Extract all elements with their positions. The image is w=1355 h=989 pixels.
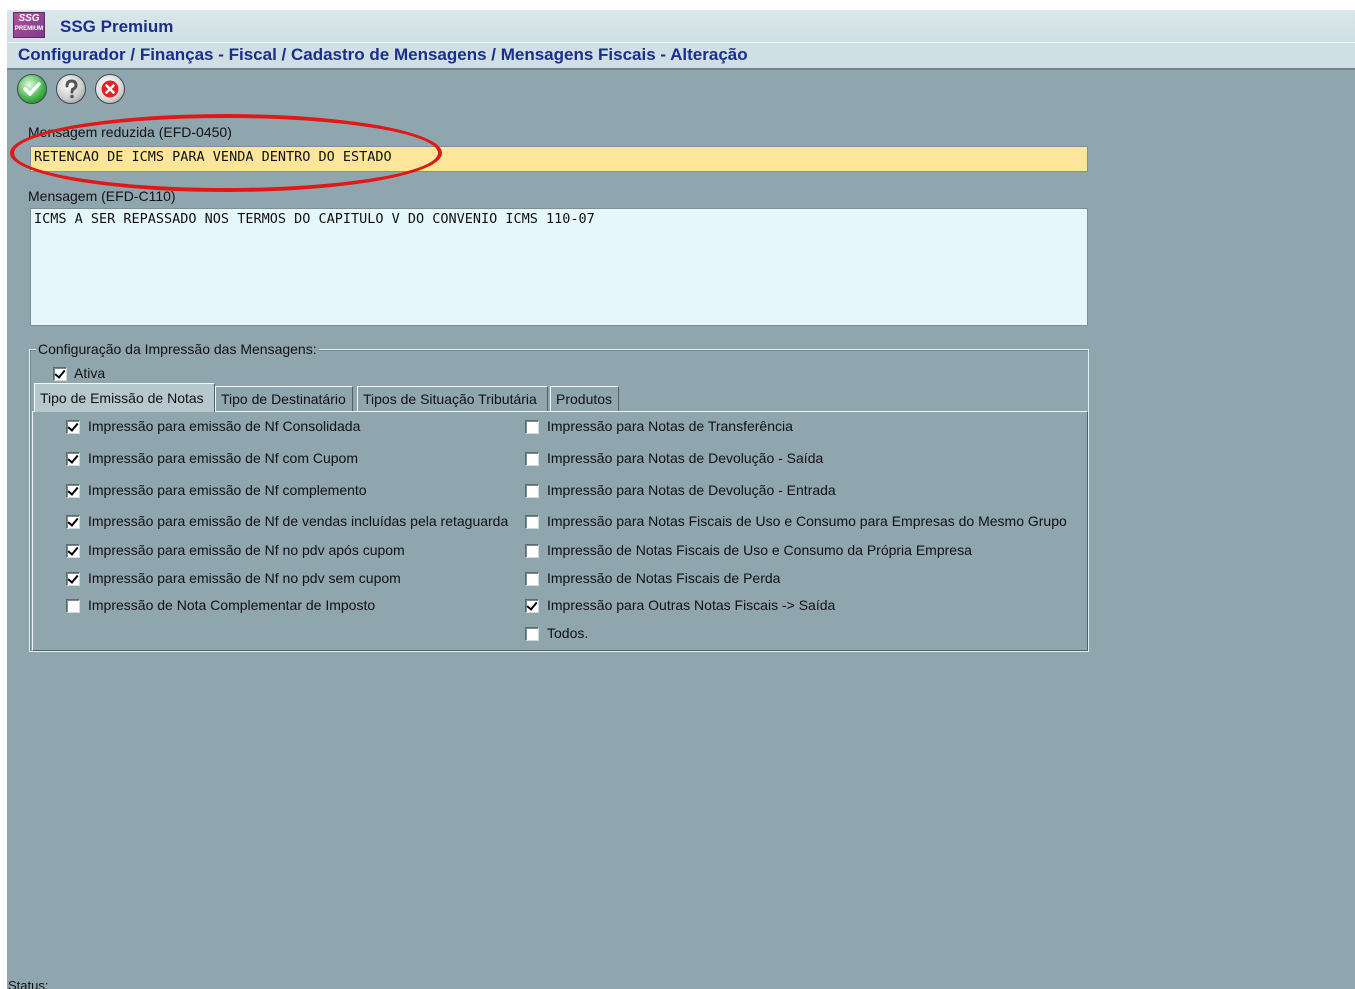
cancel-button[interactable] — [95, 74, 125, 104]
select-all-label: Todos. — [547, 625, 589, 641]
right-option-label: Impressão para Notas de Devolução - Entr… — [547, 482, 836, 498]
confirm-button[interactable] — [17, 74, 47, 104]
right-option-checkbox[interactable] — [525, 599, 539, 613]
logo-subtext: PREMIUM — [14, 26, 44, 32]
left-option-checkbox[interactable] — [66, 484, 80, 498]
right-option-label: Impressão para Outras Notas Fiscais -> S… — [547, 597, 836, 613]
close-icon — [101, 80, 119, 98]
right-option-checkbox[interactable] — [525, 484, 539, 498]
active-checkbox[interactable] — [53, 367, 67, 381]
long-message-textarea[interactable]: ICMS A SER REPASSADO NOS TERMOS DO CAPIT… — [30, 208, 1088, 326]
left-option-label: Impressão para emissão de Nf complemento — [88, 482, 367, 498]
tab-panel-emission-type — [32, 411, 1088, 651]
check-icon — [23, 82, 41, 96]
left-option-checkbox[interactable] — [66, 599, 80, 613]
left-option-checkbox[interactable] — [66, 572, 80, 586]
active-label: Ativa — [74, 365, 106, 381]
app-logo: SSG PREMIUM — [13, 12, 45, 38]
title-bar: SSG PREMIUM SSG Premium — [7, 10, 1355, 42]
tab-tax-situation[interactable]: Tipos de Situação Tributária — [357, 386, 548, 411]
question-icon — [65, 79, 78, 99]
left-option-checkbox[interactable] — [66, 452, 80, 466]
tab-products[interactable]: Produtos — [550, 386, 619, 411]
left-option-checkbox[interactable] — [66, 544, 80, 558]
tab-recipient-type[interactable]: Tipo de Destinatário — [215, 386, 353, 411]
breadcrumb: Configurador / Finanças - Fiscal / Cadas… — [18, 45, 748, 64]
print-config-legend: Configuração da Impressão das Mensagens: — [36, 341, 319, 357]
app-title: SSG Premium — [60, 17, 174, 36]
left-option-label: Impressão para emissão de Nf no pdv após… — [88, 542, 405, 558]
status-label: Status: — [8, 978, 49, 989]
long-message-label: Mensagem (EFD-C110) — [28, 188, 176, 204]
left-option-checkbox[interactable] — [66, 515, 80, 529]
left-option-label: Impressão para emissão de Nf no pdv sem … — [88, 570, 401, 586]
right-option-checkbox[interactable] — [525, 572, 539, 586]
annotation-ellipse — [10, 114, 442, 192]
right-option-label: Impressão para Notas de Devolução - Saíd… — [547, 450, 824, 466]
breadcrumb-bar: Configurador / Finanças - Fiscal / Cadas… — [7, 42, 1355, 70]
help-button[interactable] — [56, 74, 86, 104]
left-option-label: Impressão de Nota Complementar de Impost… — [88, 597, 376, 613]
left-option-label: Impressão para emissão de Nf Consolidada — [88, 418, 361, 434]
logo-text: SSG — [18, 13, 40, 24]
app-window: SSG PREMIUM SSG Premium Configurador / F… — [7, 10, 1355, 989]
tab-emission-type[interactable]: Tipo de Emissão de Notas — [34, 383, 215, 412]
right-option-checkbox[interactable] — [525, 544, 539, 558]
right-option-checkbox[interactable] — [525, 515, 539, 529]
select-all-checkbox[interactable] — [525, 627, 539, 641]
left-option-label: Impressão para emissão de Nf de vendas i… — [88, 513, 509, 529]
left-option-label: Impressão para emissão de Nf com Cupom — [88, 450, 358, 466]
right-option-checkbox[interactable] — [525, 420, 539, 434]
right-option-label: Impressão para Notas de Transferência — [547, 418, 793, 434]
right-option-label: Impressão de Notas Fiscais de Perda — [547, 570, 781, 586]
right-option-label: Impressão de Notas Fiscais de Uso e Cons… — [547, 542, 972, 558]
right-option-label: Impressão para Notas Fiscais de Uso e Co… — [547, 513, 1067, 529]
left-option-checkbox[interactable] — [66, 420, 80, 434]
right-option-checkbox[interactable] — [525, 452, 539, 466]
